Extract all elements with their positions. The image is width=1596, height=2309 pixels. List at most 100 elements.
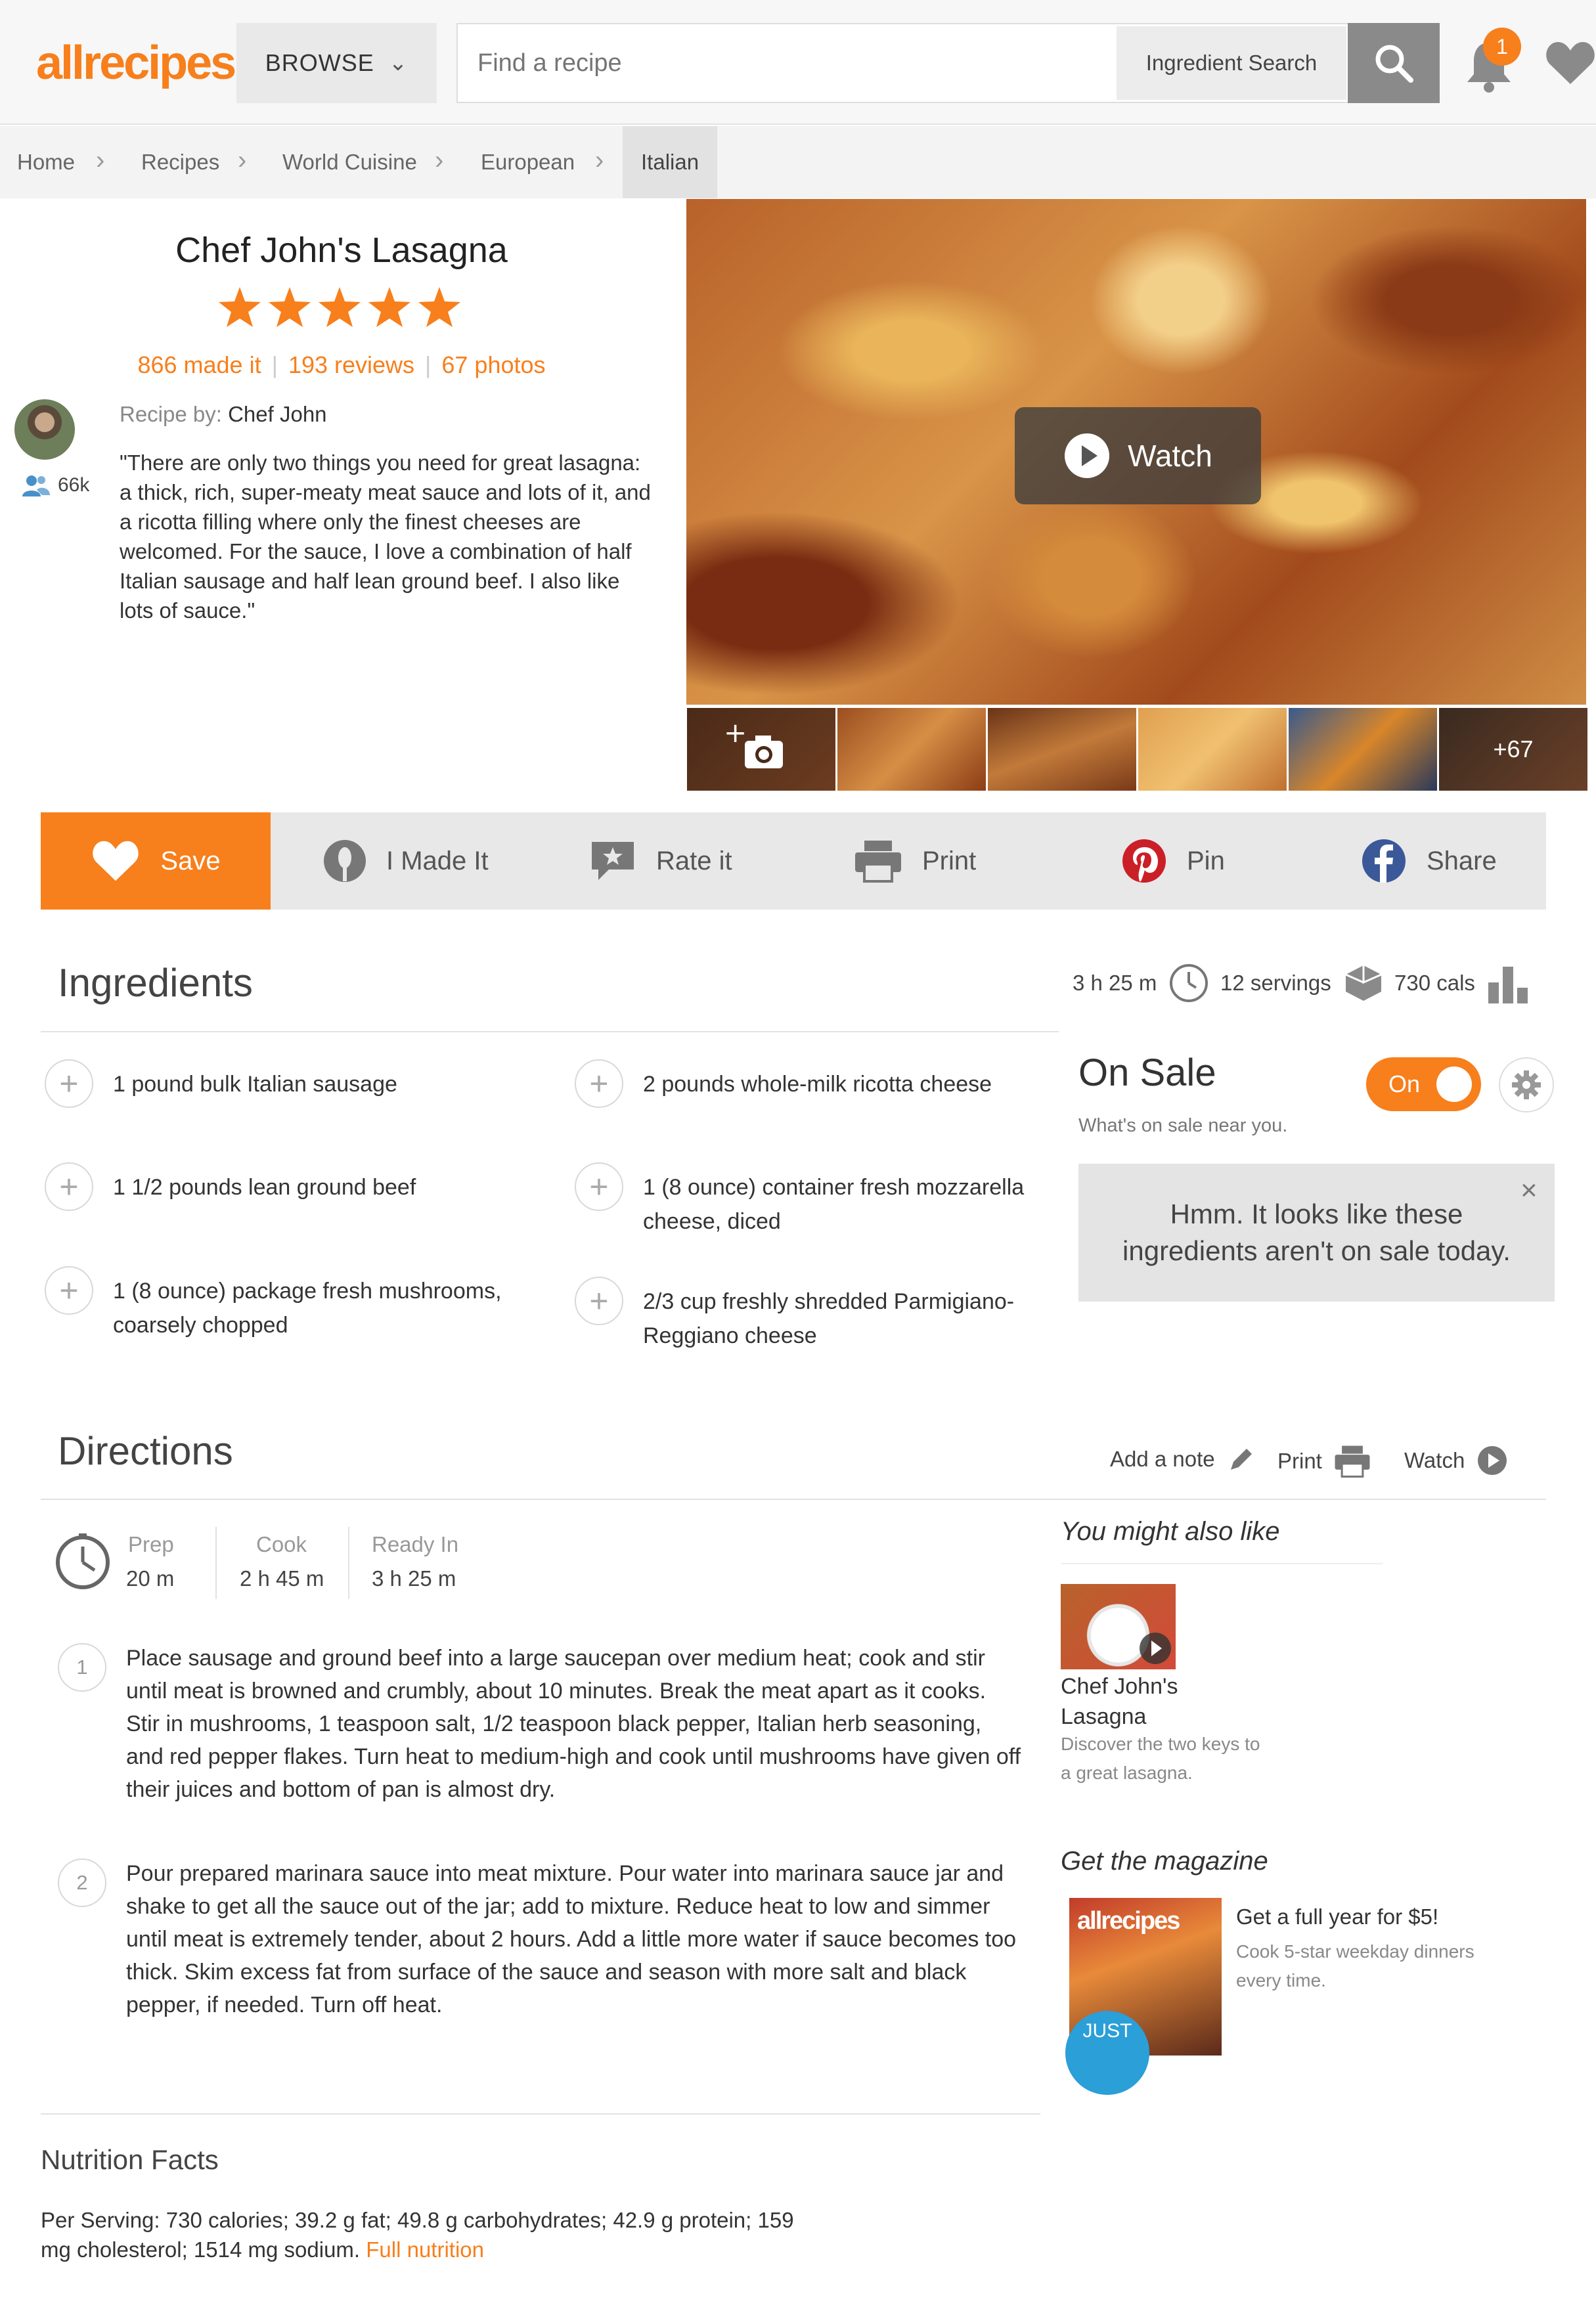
cook-label: Cook — [256, 1532, 307, 1556]
divider — [41, 1031, 1059, 1032]
made-it-icon — [324, 840, 366, 882]
watch-video-button[interactable]: Watch — [1015, 407, 1261, 504]
prep-label: Prep — [128, 1532, 174, 1556]
add-ingredient-icon[interactable]: + — [575, 1059, 623, 1108]
photo-thumbnail[interactable] — [988, 708, 1136, 791]
cook-time: 2 h 45 m — [240, 1566, 324, 1591]
divider — [215, 1527, 217, 1599]
close-icon[interactable]: × — [1520, 1174, 1538, 1207]
divider — [41, 1499, 1546, 1500]
author-avatar[interactable] — [14, 399, 75, 460]
add-ingredient-icon[interactable]: + — [45, 1162, 93, 1211]
ingredient-item[interactable]: +2/3 cup freshly shredded Parmigiano-Reg… — [575, 1277, 1048, 1353]
ingredient-item[interactable]: +1 1/2 pounds lean ground beef — [45, 1162, 531, 1211]
save-button[interactable]: Save — [41, 812, 271, 910]
breadcrumb-world-cuisine[interactable]: World Cuisine — [282, 126, 417, 198]
photo-thumbnail[interactable] — [1289, 708, 1437, 791]
star-icon[interactable] — [366, 286, 412, 329]
nutrition-chart-icon — [1488, 967, 1528, 1003]
play-icon — [1065, 433, 1110, 478]
print-directions-button[interactable]: Print — [1277, 1445, 1371, 1478]
recommended-recipe-image[interactable] — [1061, 1584, 1176, 1669]
also-like-heading: You might also like — [1061, 1517, 1280, 1546]
breadcrumb-italian[interactable]: Italian — [623, 126, 718, 198]
servings-icon — [1345, 965, 1382, 1001]
print-icon — [1335, 1445, 1370, 1478]
breadcrumb-recipes[interactable]: Recipes — [141, 126, 219, 198]
add-ingredient-icon[interactable]: + — [575, 1277, 623, 1325]
step-number: 1 — [58, 1643, 106, 1692]
reviews-link[interactable]: 193 reviews — [288, 351, 414, 378]
add-ingredient-icon[interactable]: + — [45, 1266, 93, 1315]
star-icon[interactable] — [267, 286, 313, 329]
on-sale-subtitle: What's on sale near you. — [1078, 1115, 1288, 1136]
add-ingredient-icon[interactable]: + — [45, 1059, 93, 1108]
star-icon[interactable] — [217, 286, 263, 329]
rate-it-button[interactable]: Rate it — [589, 812, 732, 910]
ready-in-label: Ready In — [372, 1532, 459, 1556]
add-ingredient-icon[interactable]: + — [575, 1162, 623, 1211]
browse-button[interactable]: BROWSE ⌄ — [236, 23, 437, 103]
divider — [348, 1527, 349, 1599]
camera-plus-icon: + — [724, 716, 783, 768]
print-button[interactable]: Print — [854, 812, 976, 910]
search-input[interactable] — [477, 24, 1121, 102]
chevron-right-icon: › — [238, 146, 247, 175]
watch-directions-button[interactable]: Watch — [1404, 1445, 1508, 1476]
breadcrumb-home[interactable]: Home — [17, 126, 75, 198]
photos-link[interactable]: 67 photos — [441, 351, 545, 378]
recipe-by: Recipe by: Chef John — [120, 402, 327, 426]
svg-text:+: + — [724, 716, 747, 749]
chevron-right-icon: › — [595, 146, 604, 175]
photo-thumbnail[interactable] — [1138, 708, 1287, 791]
more-photos-button[interactable]: +67 — [1439, 708, 1587, 791]
calories: 730 cals — [1394, 963, 1530, 1003]
gear-icon — [1512, 1070, 1541, 1099]
star-rating[interactable] — [217, 286, 466, 332]
magazine-offer[interactable]: Get a full year for $5! — [1236, 1904, 1438, 1929]
sale-settings-button[interactable] — [1499, 1057, 1554, 1112]
recommended-recipe-description: Discover the two keys to a great lasagna… — [1061, 1734, 1260, 1783]
share-button[interactable]: Share — [1361, 812, 1497, 910]
recipe-stats: 866 made it | 193 reviews | 67 photos — [137, 351, 546, 378]
star-icon[interactable] — [416, 286, 462, 329]
total-time: 3 h 25 m — [1073, 963, 1209, 1003]
clock-icon — [1170, 964, 1208, 1002]
i-made-it-button[interactable]: I Made It — [323, 812, 489, 910]
on-sale-heading: On Sale — [1078, 1051, 1216, 1094]
rate-star-icon — [592, 842, 634, 880]
pinterest-icon — [1122, 839, 1166, 883]
ingredient-item[interactable]: +1 pound bulk Italian sausage — [45, 1059, 531, 1108]
recommended-recipe-title[interactable]: Chef John's Lasagna — [1061, 1671, 1218, 1732]
ingredient-item[interactable]: +1 (8 ounce) container fresh mozzarella … — [575, 1162, 1048, 1239]
direction-step[interactable]: 1 Place sausage and ground beef into a la… — [58, 1643, 1023, 1806]
on-sale-message: Hmm. It looks like these ingredients are… — [1078, 1164, 1555, 1302]
full-nutrition-link[interactable]: Full nutrition — [366, 2237, 484, 2262]
print-icon — [855, 841, 901, 883]
add-note-button[interactable]: Add a note — [1110, 1445, 1256, 1474]
direction-step[interactable]: 2 Pour prepared marinara sauce into meat … — [58, 1858, 1023, 2021]
play-icon — [1140, 1633, 1171, 1664]
facebook-icon — [1362, 839, 1406, 883]
chevron-right-icon: › — [96, 146, 105, 175]
author-name[interactable]: Chef John — [228, 402, 326, 426]
breadcrumb-european[interactable]: European — [481, 126, 575, 198]
made-it-count[interactable]: 866 made it — [137, 351, 261, 378]
add-photo-button[interactable]: + — [687, 708, 835, 791]
ingredient-item[interactable]: +1 (8 ounce) package fresh mushrooms, co… — [45, 1266, 531, 1342]
on-sale-toggle[interactable]: On — [1366, 1057, 1481, 1111]
magazine-price-badge: JUST — [1065, 2011, 1149, 2095]
pin-button[interactable]: Pin — [1121, 812, 1225, 910]
photo-thumbnail[interactable] — [837, 708, 986, 791]
recipe-description: "There are only two things you need for … — [120, 451, 651, 623]
magazine-heading: Get the magazine — [1061, 1847, 1268, 1876]
toggle-knob — [1436, 1067, 1472, 1102]
ingredient-search-button[interactable]: Ingredient Search — [1117, 26, 1346, 100]
ingredient-item[interactable]: +2 pounds whole-milk ricotta cheese — [575, 1059, 1048, 1108]
allrecipes-logo[interactable]: allrecipes — [36, 36, 248, 90]
search-button[interactable] — [1348, 23, 1440, 103]
favorites-heart-icon[interactable] — [1545, 39, 1596, 87]
nutrition-heading: Nutrition Facts — [41, 2144, 219, 2175]
play-circle-icon — [1478, 1446, 1507, 1475]
star-icon[interactable] — [317, 286, 363, 329]
